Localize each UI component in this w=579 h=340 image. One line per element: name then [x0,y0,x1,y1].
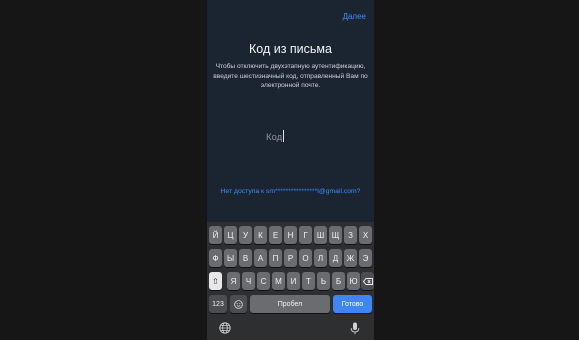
key[interactable]: Ф [209,249,222,267]
key[interactable]: А [254,249,267,267]
key[interactable]: Д [329,249,342,267]
microphone-key[interactable] [350,322,360,338]
space-key[interactable]: Пробел [250,295,330,313]
text-caret [283,130,284,142]
key[interactable]: П [269,249,282,267]
next-button[interactable]: Далее [343,12,366,21]
key[interactable]: Ы [224,249,237,267]
page-title: Код из письма [249,42,332,56]
key[interactable]: Ц [224,226,237,244]
key[interactable]: Е [269,226,282,244]
key[interactable]: Ш [314,226,327,244]
microphone-icon [350,322,360,335]
key[interactable]: Ж [344,249,357,267]
key[interactable]: Я [227,272,240,290]
key[interactable]: Э [359,249,372,267]
key[interactable]: З [344,226,357,244]
key[interactable]: Б [332,272,345,290]
key[interactable]: Ю [347,272,360,290]
code-input[interactable] [262,130,326,144]
done-key[interactable]: Готово [333,295,372,313]
key[interactable]: М [272,272,285,290]
key[interactable]: Й [209,226,222,244]
key[interactable]: С [257,272,270,290]
keyboard-row-1: Й Ц У К Е Н Г Ш Щ З Х [207,226,374,244]
phone-screen: Далее Код из письма Чтобы отключить двух… [207,0,374,340]
key[interactable]: Ь [317,272,330,290]
emoji-icon [234,299,243,309]
key[interactable]: Ч [242,272,255,290]
key[interactable]: О [299,249,312,267]
keyboard: Й Ц У К Е Н Г Ш Щ З Х Ф Ы В А П Р О Л Д … [207,222,374,340]
keyboard-row-2: Ф Ы В А П Р О Л Д Ж Э [207,249,374,267]
key[interactable]: В [239,249,252,267]
backspace-icon [362,277,373,285]
key[interactable]: Л [314,249,327,267]
numbers-key[interactable]: 123 [209,295,227,313]
key[interactable]: У [239,226,252,244]
key[interactable]: Х [359,226,372,244]
globe-key[interactable] [219,322,231,337]
globe-icon [219,322,231,334]
keyboard-row-4: 123 Пробел Готово [207,295,374,313]
page-subtitle: Чтобы отключить двухэтапную аутентификац… [213,63,368,89]
key[interactable]: Г [299,226,312,244]
key[interactable]: Щ [329,226,342,244]
shift-icon: ⇧ [212,276,219,286]
shift-key[interactable]: ⇧ [209,272,222,290]
key[interactable]: К [254,226,267,244]
key[interactable]: И [287,272,300,290]
key[interactable]: Т [302,272,315,290]
keyboard-row-3: ⇧ Я Ч С М И Т Ь Б Ю [207,272,374,290]
no-access-link[interactable]: Нет доступа к sm****************l@gmail.… [207,188,374,195]
key[interactable]: Н [284,226,297,244]
emoji-key[interactable] [230,295,247,313]
key[interactable]: Р [284,249,297,267]
backspace-key[interactable] [361,272,374,290]
